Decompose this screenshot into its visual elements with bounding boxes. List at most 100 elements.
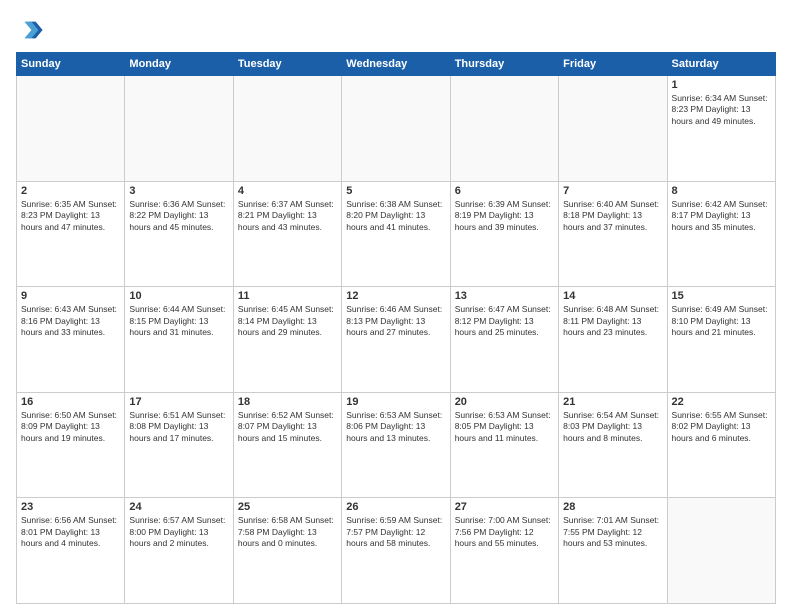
day-info: Sunrise: 6:34 AM Sunset: 8:23 PM Dayligh… (672, 93, 771, 127)
page: SundayMondayTuesdayWednesdayThursdayFrid… (0, 0, 792, 612)
day-info: Sunrise: 6:38 AM Sunset: 8:20 PM Dayligh… (346, 199, 445, 233)
calendar-cell: 9 Sunrise: 6:43 AM Sunset: 8:16 PM Daylig… (17, 287, 125, 393)
logo-icon (16, 16, 44, 44)
calendar-cell: 10 Sunrise: 6:44 AM Sunset: 8:15 PM Dayli… (125, 287, 233, 393)
day-number: 9 (21, 290, 120, 302)
calendar-cell: 12Sunrise: 6:46 AM Sunset: 8:13 PM Dayli… (342, 287, 450, 393)
day-info: Sunrise: 6:54 AM Sunset: 8:03 PM Dayligh… (563, 410, 662, 444)
weekday-header-row: SundayMondayTuesdayWednesdayThursdayFrid… (17, 53, 776, 76)
day-number: 6 (455, 185, 554, 197)
week-row-3: 16 Sunrise: 6:50 AM Sunset: 8:09 PM Dayli… (17, 392, 776, 498)
day-number: 7 (563, 185, 662, 197)
day-info: Sunrise: 6:35 AM Sunset: 8:23 PM Dayligh… (21, 199, 120, 233)
day-number: 22 (672, 396, 771, 408)
day-info: Sunrise: 6:37 AM Sunset: 8:21 PM Dayligh… (238, 199, 337, 233)
day-info: Sunrise: 6:42 AM Sunset: 8:17 PM Dayligh… (672, 199, 771, 233)
day-info: Sunrise: 6:53 AM Sunset: 8:05 PM Dayligh… (455, 410, 554, 444)
day-number: 5 (346, 185, 445, 197)
calendar-cell: 24 Sunrise: 6:57 AM Sunset: 8:00 PM Dayli… (125, 498, 233, 604)
day-number: 1 (672, 79, 771, 91)
day-info: Sunrise: 6:58 AM Sunset: 7:58 PM Dayligh… (238, 515, 337, 549)
day-info: Sunrise: 6:39 AM Sunset: 8:19 PM Dayligh… (455, 199, 554, 233)
logo (16, 16, 48, 44)
day-info: Sunrise: 7:01 AM Sunset: 7:55 PM Dayligh… (563, 515, 662, 549)
calendar-cell (450, 76, 558, 182)
day-number: 27 (455, 501, 554, 513)
day-number: 20 (455, 396, 554, 408)
calendar-cell: 8 Sunrise: 6:42 AM Sunset: 8:17 PM Daylig… (667, 181, 775, 287)
calendar-cell: 23Sunrise: 6:56 AM Sunset: 8:01 PM Dayli… (17, 498, 125, 604)
calendar-cell: 15Sunrise: 6:49 AM Sunset: 8:10 PM Dayli… (667, 287, 775, 393)
weekday-thursday: Thursday (450, 53, 558, 76)
day-number: 2 (21, 185, 120, 197)
calendar-cell: 6 Sunrise: 6:39 AM Sunset: 8:19 PM Daylig… (450, 181, 558, 287)
calendar-cell (17, 76, 125, 182)
calendar-cell (667, 498, 775, 604)
day-number: 8 (672, 185, 771, 197)
day-number: 16 (21, 396, 120, 408)
calendar-cell (125, 76, 233, 182)
day-info: Sunrise: 6:59 AM Sunset: 7:57 PM Dayligh… (346, 515, 445, 549)
calendar-cell: 19 Sunrise: 6:53 AM Sunset: 8:06 PM Dayli… (342, 392, 450, 498)
calendar-cell: 18 Sunrise: 6:52 AM Sunset: 8:07 PM Dayli… (233, 392, 341, 498)
day-info: Sunrise: 6:43 AM Sunset: 8:16 PM Dayligh… (21, 304, 120, 338)
calendar-cell: 13 Sunrise: 6:47 AM Sunset: 8:12 PM Dayli… (450, 287, 558, 393)
calendar-cell: 27 Sunrise: 7:00 AM Sunset: 7:56 PM Dayli… (450, 498, 558, 604)
calendar-cell (559, 76, 667, 182)
day-number: 18 (238, 396, 337, 408)
calendar-cell: 11 Sunrise: 6:45 AM Sunset: 8:14 PM Dayli… (233, 287, 341, 393)
day-info: Sunrise: 6:45 AM Sunset: 8:14 PM Dayligh… (238, 304, 337, 338)
day-number: 28 (563, 501, 662, 513)
day-info: Sunrise: 6:44 AM Sunset: 8:15 PM Dayligh… (129, 304, 228, 338)
day-number: 4 (238, 185, 337, 197)
day-info: Sunrise: 6:47 AM Sunset: 8:12 PM Dayligh… (455, 304, 554, 338)
weekday-wednesday: Wednesday (342, 53, 450, 76)
weekday-saturday: Saturday (667, 53, 775, 76)
calendar-cell: 28 Sunrise: 7:01 AM Sunset: 7:55 PM Dayli… (559, 498, 667, 604)
day-number: 11 (238, 290, 337, 302)
calendar-cell: 3Sunrise: 6:36 AM Sunset: 8:22 PM Daylig… (125, 181, 233, 287)
calendar-cell: 25 Sunrise: 6:58 AM Sunset: 7:58 PM Dayli… (233, 498, 341, 604)
day-info: Sunrise: 6:56 AM Sunset: 8:01 PM Dayligh… (21, 515, 120, 549)
calendar-cell: 1 Sunrise: 6:34 AM Sunset: 8:23 PM Daylig… (667, 76, 775, 182)
calendar-cell: 7 Sunrise: 6:40 AM Sunset: 8:18 PM Daylig… (559, 181, 667, 287)
week-row-4: 23Sunrise: 6:56 AM Sunset: 8:01 PM Dayli… (17, 498, 776, 604)
day-number: 24 (129, 501, 228, 513)
day-info: Sunrise: 6:57 AM Sunset: 8:00 PM Dayligh… (129, 515, 228, 549)
day-number: 14 (563, 290, 662, 302)
day-info: Sunrise: 6:36 AM Sunset: 8:22 PM Dayligh… (129, 199, 228, 233)
calendar-cell: 21 Sunrise: 6:54 AM Sunset: 8:03 PM Dayli… (559, 392, 667, 498)
week-row-0: 1 Sunrise: 6:34 AM Sunset: 8:23 PM Daylig… (17, 76, 776, 182)
weekday-tuesday: Tuesday (233, 53, 341, 76)
calendar-cell: 17 Sunrise: 6:51 AM Sunset: 8:08 PM Dayli… (125, 392, 233, 498)
day-info: Sunrise: 7:00 AM Sunset: 7:56 PM Dayligh… (455, 515, 554, 549)
day-number: 17 (129, 396, 228, 408)
calendar-cell: 22 Sunrise: 6:55 AM Sunset: 8:02 PM Dayli… (667, 392, 775, 498)
weekday-monday: Monday (125, 53, 233, 76)
day-number: 21 (563, 396, 662, 408)
calendar-cell: 5 Sunrise: 6:38 AM Sunset: 8:20 PM Daylig… (342, 181, 450, 287)
calendar-cell: 2 Sunrise: 6:35 AM Sunset: 8:23 PM Daylig… (17, 181, 125, 287)
day-info: Sunrise: 6:51 AM Sunset: 8:08 PM Dayligh… (129, 410, 228, 444)
day-number: 19 (346, 396, 445, 408)
day-info: Sunrise: 6:48 AM Sunset: 8:11 PM Dayligh… (563, 304, 662, 338)
day-info: Sunrise: 6:46 AM Sunset: 8:13 PM Dayligh… (346, 304, 445, 338)
day-number: 25 (238, 501, 337, 513)
week-row-2: 9 Sunrise: 6:43 AM Sunset: 8:16 PM Daylig… (17, 287, 776, 393)
calendar-table: SundayMondayTuesdayWednesdayThursdayFrid… (16, 52, 776, 604)
day-info: Sunrise: 6:40 AM Sunset: 8:18 PM Dayligh… (563, 199, 662, 233)
header (16, 16, 776, 44)
day-info: Sunrise: 6:55 AM Sunset: 8:02 PM Dayligh… (672, 410, 771, 444)
calendar-cell: 26 Sunrise: 6:59 AM Sunset: 7:57 PM Dayli… (342, 498, 450, 604)
weekday-sunday: Sunday (17, 53, 125, 76)
calendar-cell: 14 Sunrise: 6:48 AM Sunset: 8:11 PM Dayli… (559, 287, 667, 393)
day-number: 13 (455, 290, 554, 302)
calendar-cell (342, 76, 450, 182)
day-info: Sunrise: 6:50 AM Sunset: 8:09 PM Dayligh… (21, 410, 120, 444)
day-info: Sunrise: 6:52 AM Sunset: 8:07 PM Dayligh… (238, 410, 337, 444)
calendar-cell (233, 76, 341, 182)
calendar-cell: 4 Sunrise: 6:37 AM Sunset: 8:21 PM Daylig… (233, 181, 341, 287)
day-number: 10 (129, 290, 228, 302)
day-info: Sunrise: 6:53 AM Sunset: 8:06 PM Dayligh… (346, 410, 445, 444)
day-number: 26 (346, 501, 445, 513)
